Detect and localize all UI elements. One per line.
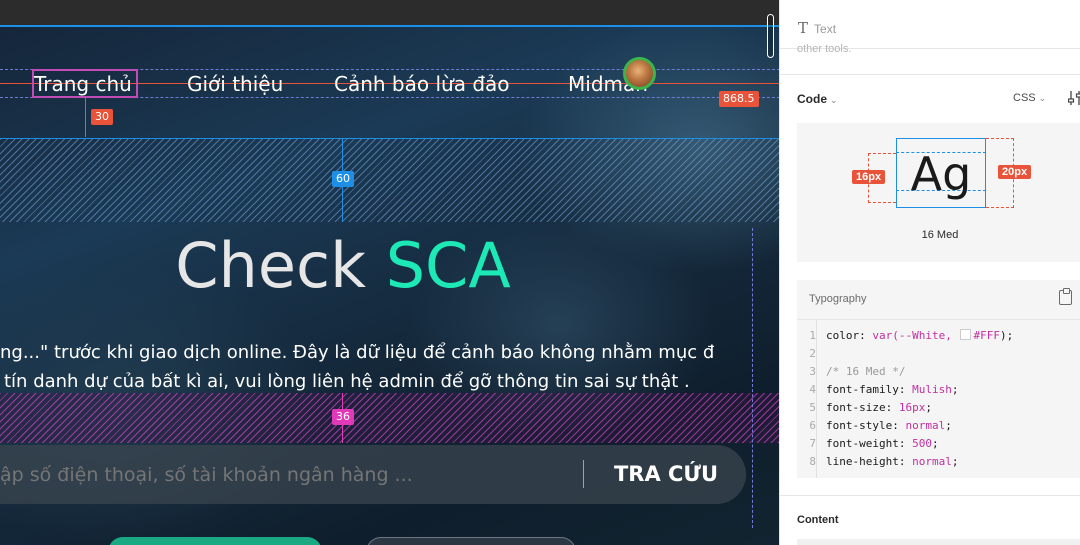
- hero-title-text: Check: [175, 229, 386, 302]
- code-line: 7 font-weight: 500;: [809, 437, 939, 450]
- color-swatch: [960, 329, 972, 340]
- padding-bottom-overlay: [0, 393, 780, 443]
- primary-cta-button[interactable]: [108, 537, 322, 545]
- content-field[interactable]: [797, 539, 1080, 545]
- spacing-measure-tag: 30: [91, 109, 113, 125]
- code-line: 8 line-height: normal;: [809, 455, 959, 468]
- canvas-top-bar: [0, 0, 780, 25]
- width-measure-tag: 868.5: [719, 91, 759, 107]
- content-label: Content: [797, 514, 839, 526]
- nav-item-about[interactable]: Giới thiệu: [187, 70, 283, 98]
- code-line: 3/* 16 Med */: [809, 365, 906, 378]
- padding-top-tag: 60: [332, 171, 354, 187]
- section-divider: [780, 74, 1080, 75]
- text-icon: T: [798, 19, 809, 37]
- padding-top-overlay: [0, 138, 780, 222]
- secondary-cta-button[interactable]: [366, 537, 576, 545]
- left-padding-tag: 16px: [852, 170, 886, 184]
- typography-label: Typography: [809, 293, 867, 305]
- right-padding-tag: 20px: [998, 165, 1032, 179]
- code-line: 4 font-family: Mulish;: [809, 383, 959, 396]
- code-header-divider: [797, 319, 1080, 320]
- nav-item-home[interactable]: Trang chủ: [34, 70, 132, 98]
- canvas-scrollbar[interactable]: [767, 14, 774, 58]
- spacing-guide-vertical: [85, 97, 86, 137]
- chevron-down-icon: ⌄: [1038, 93, 1047, 103]
- code-line: 1 color: var(--White, #FFF);: [809, 329, 1014, 342]
- search-divider: [583, 460, 584, 488]
- code-section-toggle[interactable]: Code ⌄: [797, 92, 838, 106]
- inspector-panel: T Text other tools. Code ⌄ CSS ⌄ Ag 16px 20…: [779, 0, 1080, 545]
- layer-type-row: T Text: [798, 19, 836, 37]
- section-divider: [780, 495, 1080, 496]
- code-line: 2: [809, 347, 816, 360]
- copy-clipboard-icon[interactable]: [1059, 288, 1072, 305]
- language-select[interactable]: CSS ⌄: [1013, 92, 1046, 104]
- search-button[interactable]: TRA CỨU: [604, 458, 728, 490]
- hero-description-line-1[interactable]: ng..." trước khi giao dịch online. Đây l…: [0, 340, 714, 366]
- code-label: Code: [797, 92, 827, 106]
- design-canvas[interactable]: Trang chủ Giới thiệu Cảnh báo lừa đảo Mi…: [0, 0, 780, 545]
- nav-item-scam-warnings[interactable]: Cảnh báo lừa đảo: [334, 70, 510, 98]
- hero-title[interactable]: Check SCA: [0, 227, 686, 305]
- faded-text: other tools.: [797, 43, 852, 55]
- collaborator-avatar[interactable]: [623, 57, 656, 90]
- chevron-down-icon: ⌄: [830, 95, 838, 105]
- padding-bottom-tag: 36: [332, 409, 354, 425]
- font-sample: Ag: [910, 147, 972, 201]
- code-line: 6 font-style: normal;: [809, 419, 952, 432]
- language-select-value: CSS: [1013, 92, 1036, 104]
- layer-type-label: Text: [814, 22, 837, 36]
- frame-selection-edge: [0, 25, 780, 27]
- code-line: 5 font-size: 16px;: [809, 401, 932, 414]
- search-input[interactable]: [0, 461, 560, 489]
- text-style-name: 16 Med: [921, 229, 959, 241]
- hero-description-line-2[interactable]: tín danh dự của bất kì ai, vui lòng liên…: [4, 369, 690, 395]
- hero-title-accent: SCA: [385, 229, 511, 302]
- settings-sliders-icon[interactable]: [1068, 90, 1080, 106]
- frame-right-guide: [752, 228, 753, 528]
